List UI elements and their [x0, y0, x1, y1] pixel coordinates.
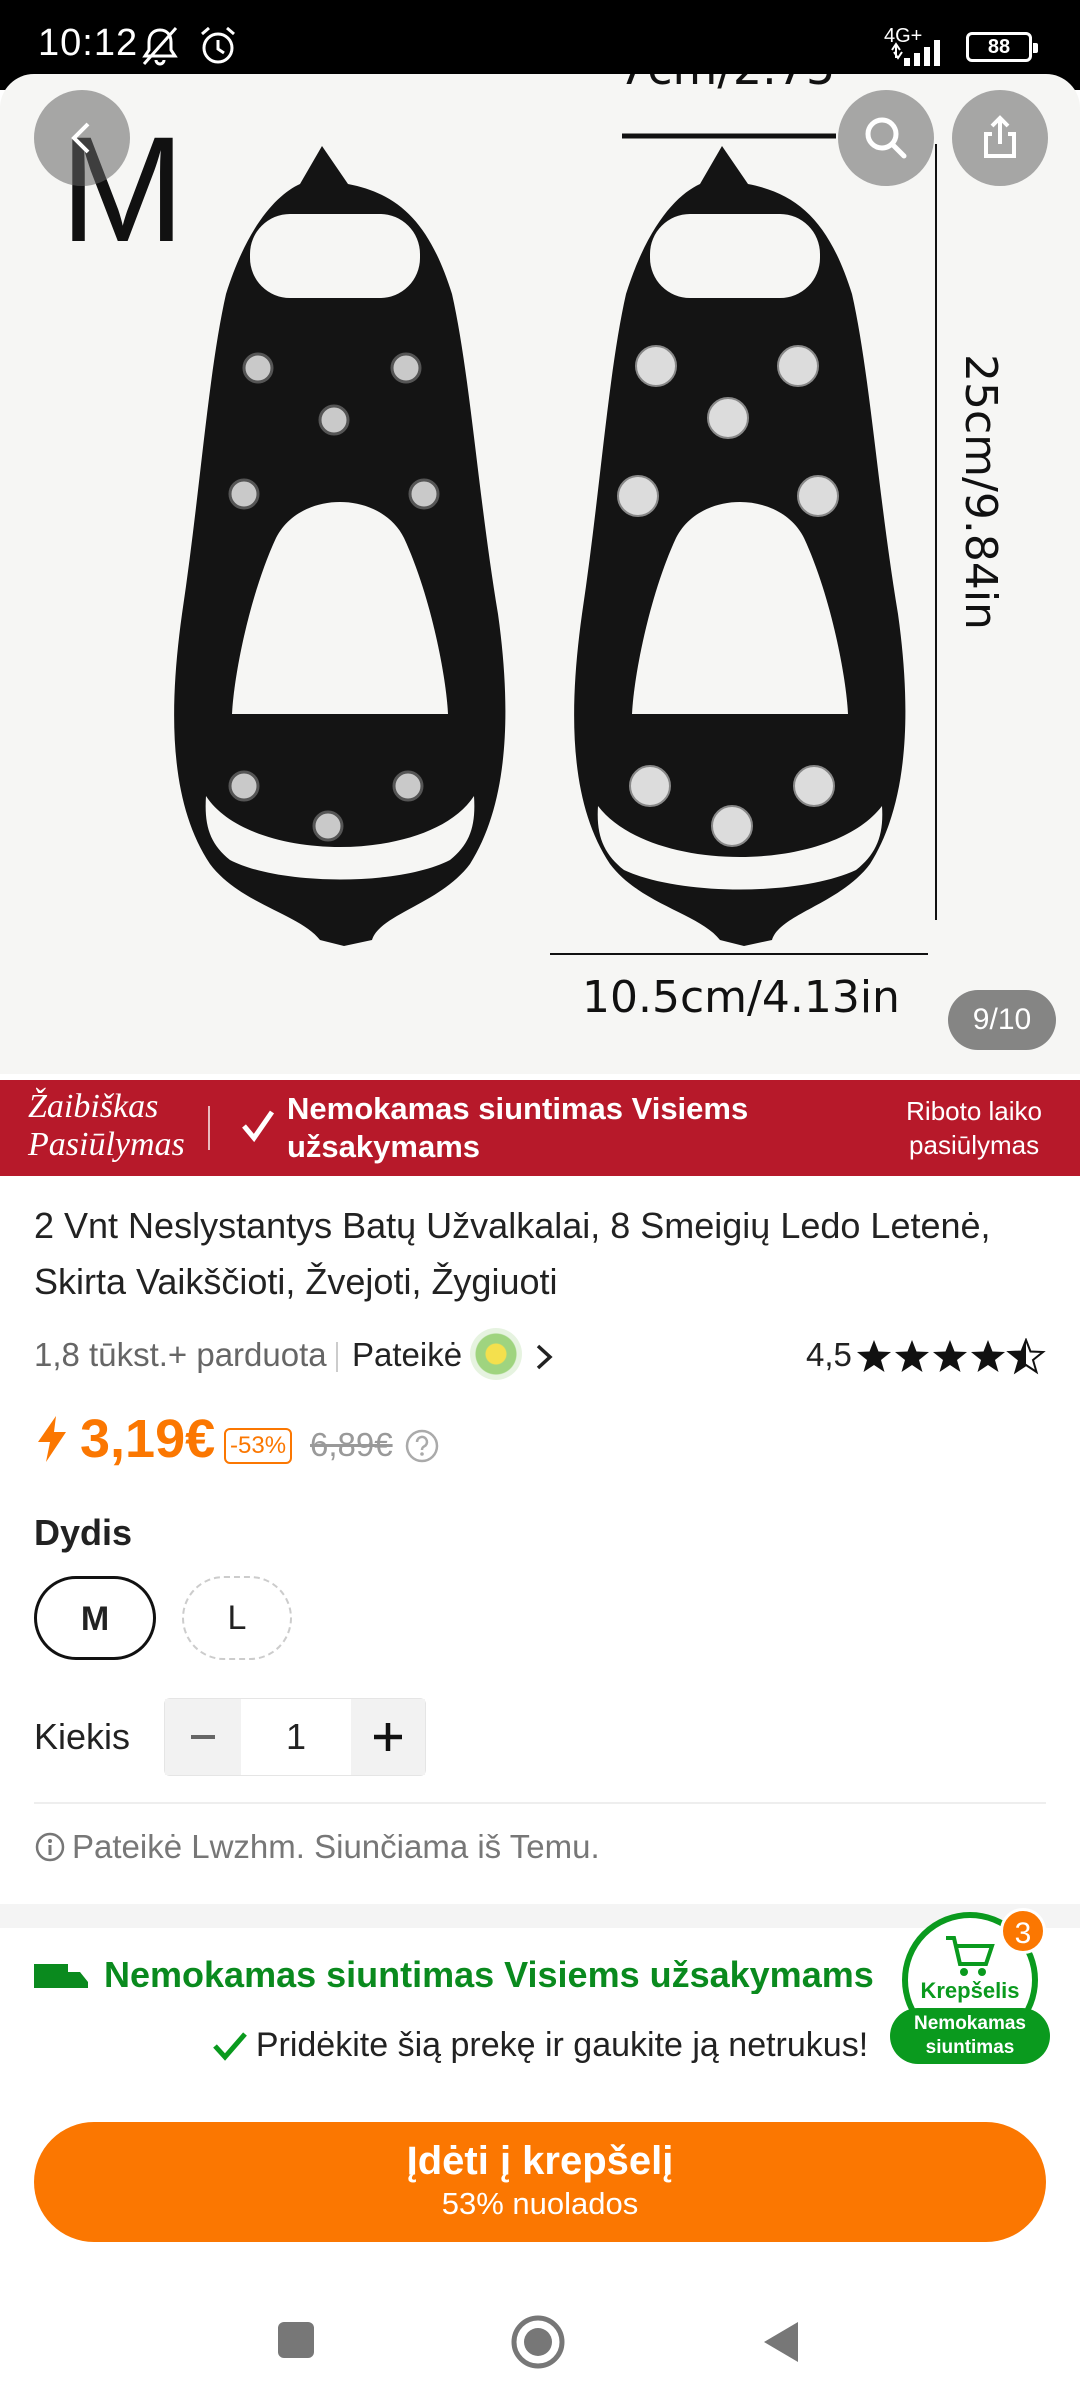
cart-pill-line-1: Nemokamas	[914, 2013, 1026, 2034]
cart-floating-button[interactable]: Krepšelis Nemokamas siuntimas 3	[890, 1908, 1050, 2064]
info-icon	[35, 1832, 65, 1862]
quantity-label: Kiekis	[34, 1716, 131, 1757]
flash-line-1: Žaibiškas	[28, 1088, 159, 1125]
cart-icon	[946, 1936, 995, 1976]
flash-sale-banner[interactable]: Žaibiškas Pasiūlymas Nemokamas siuntimas…	[0, 1080, 1080, 1176]
system-navigation-bar	[0, 2288, 1080, 2408]
banner-divider	[208, 1106, 210, 1150]
battery-indicator: 88	[966, 32, 1038, 62]
add-to-cart-label: Įdėti į krepšelį	[406, 2139, 674, 2183]
cart-pill-line-2: siuntimas	[925, 2037, 1015, 2058]
seller-avatar[interactable]	[470, 1328, 522, 1380]
search-button[interactable]	[838, 90, 934, 186]
recents-icon[interactable]	[274, 2318, 318, 2362]
mute-icon	[142, 27, 178, 66]
limited-offer: Riboto laiko pasiūlymas	[906, 1094, 1042, 1162]
dimension-top: 7cm/2.75	[618, 74, 835, 95]
quantity-stepper: 1	[164, 1698, 426, 1776]
dimension-side: 25cm/9.84in	[955, 354, 1006, 630]
star-icon	[971, 1340, 1005, 1372]
add-to-cart-button[interactable]: Įdėti į krepšelį 53% nuolados	[34, 2122, 1046, 2242]
sold-count: 1,8 tūkst.+ parduota	[34, 1336, 327, 1373]
plus-icon	[374, 1723, 402, 1751]
original-price: 6,89€	[310, 1426, 393, 1463]
cart-count-badge: 3	[1000, 1908, 1046, 1954]
bolt-icon	[38, 1416, 66, 1462]
add-to-cart-sublabel: 53% nuolados	[441, 2186, 639, 2221]
dimension-bottom: 10.5cm/4.13in	[582, 972, 900, 1023]
check-icon	[242, 1110, 275, 1143]
quantity-value[interactable]: 1	[241, 1699, 351, 1775]
signal-icon	[891, 40, 940, 66]
check-icon	[212, 2032, 247, 2061]
current-price: 3,19€	[80, 1409, 216, 1469]
provided-by-label[interactable]: Pateikė	[352, 1336, 462, 1374]
shipper-note: Pateikė Lwzhm. Siunčiama iš Temu.	[34, 1826, 600, 1866]
cart-label: Krepšelis	[920, 1978, 1020, 2003]
product-meta: 1,8 tūkst.+ parduota Pateikė 4,5	[34, 1328, 1046, 1384]
star-icon	[895, 1340, 929, 1372]
minus-icon	[191, 1735, 215, 1739]
decrease-button[interactable]	[165, 1699, 241, 1775]
rating-value[interactable]: 4,5	[806, 1336, 852, 1374]
back-icon	[71, 122, 90, 154]
chevron-right-icon[interactable]	[532, 1340, 556, 1374]
limited-line-1: Riboto laiko	[906, 1096, 1042, 1126]
home-icon[interactable]	[510, 2314, 566, 2370]
size-option-m[interactable]: M	[34, 1576, 156, 1660]
add-notice-text: Pridėkite šią prekę ir gaukite ją netruk…	[255, 2026, 869, 2064]
status-time: 10:12	[38, 22, 139, 64]
back-button[interactable]	[34, 90, 130, 186]
rating-stars[interactable]	[856, 1338, 1046, 1376]
share-icon	[984, 115, 1016, 158]
discount-badge: -53%	[224, 1428, 293, 1464]
shipping-peek-text: Nemokamas siuntimas Visiems užsakymams	[104, 1954, 874, 1994]
free-shipping-text: Nemokamas siuntimas Visiems užsakymams	[287, 1091, 749, 1164]
alarm-icon	[201, 26, 235, 64]
divider	[34, 1802, 1046, 1804]
increase-button[interactable]	[351, 1699, 425, 1775]
price-row: 3,19€ -53% 6,89€	[34, 1408, 634, 1478]
truck-icon	[34, 1964, 88, 1988]
back-nav-icon[interactable]	[758, 2318, 802, 2366]
flash-line-2: Pasiūlymas	[28, 1126, 185, 1163]
meta-separator	[336, 1342, 338, 1372]
cart-free-shipping-pill: Nemokamas siuntimas	[890, 2008, 1050, 2064]
product-gallery[interactable]: 7cm/2.75 25cm/9.84in 10.5cm/4.13in M 9/1…	[0, 74, 1080, 1074]
star-icon	[857, 1340, 891, 1372]
size-option-l[interactable]: L	[182, 1576, 292, 1660]
shipper-text: Pateikė Lwzhm. Siunčiama iš Temu.	[72, 1828, 600, 1865]
help-icon[interactable]	[404, 1428, 440, 1464]
share-button[interactable]	[952, 90, 1048, 186]
flash-sale-logo: Žaibiškas Pasiūlymas	[28, 1088, 185, 1164]
limited-line-2: pasiūlymas	[909, 1130, 1040, 1160]
size-label: Dydis	[34, 1512, 133, 1553]
star-icon	[933, 1340, 967, 1372]
product-title: 2 Vnt Neslystantys Batų Užvalkalai, 8 Sm…	[34, 1205, 991, 1302]
image-page-indicator: 9/10	[948, 990, 1056, 1050]
search-icon	[865, 117, 907, 159]
